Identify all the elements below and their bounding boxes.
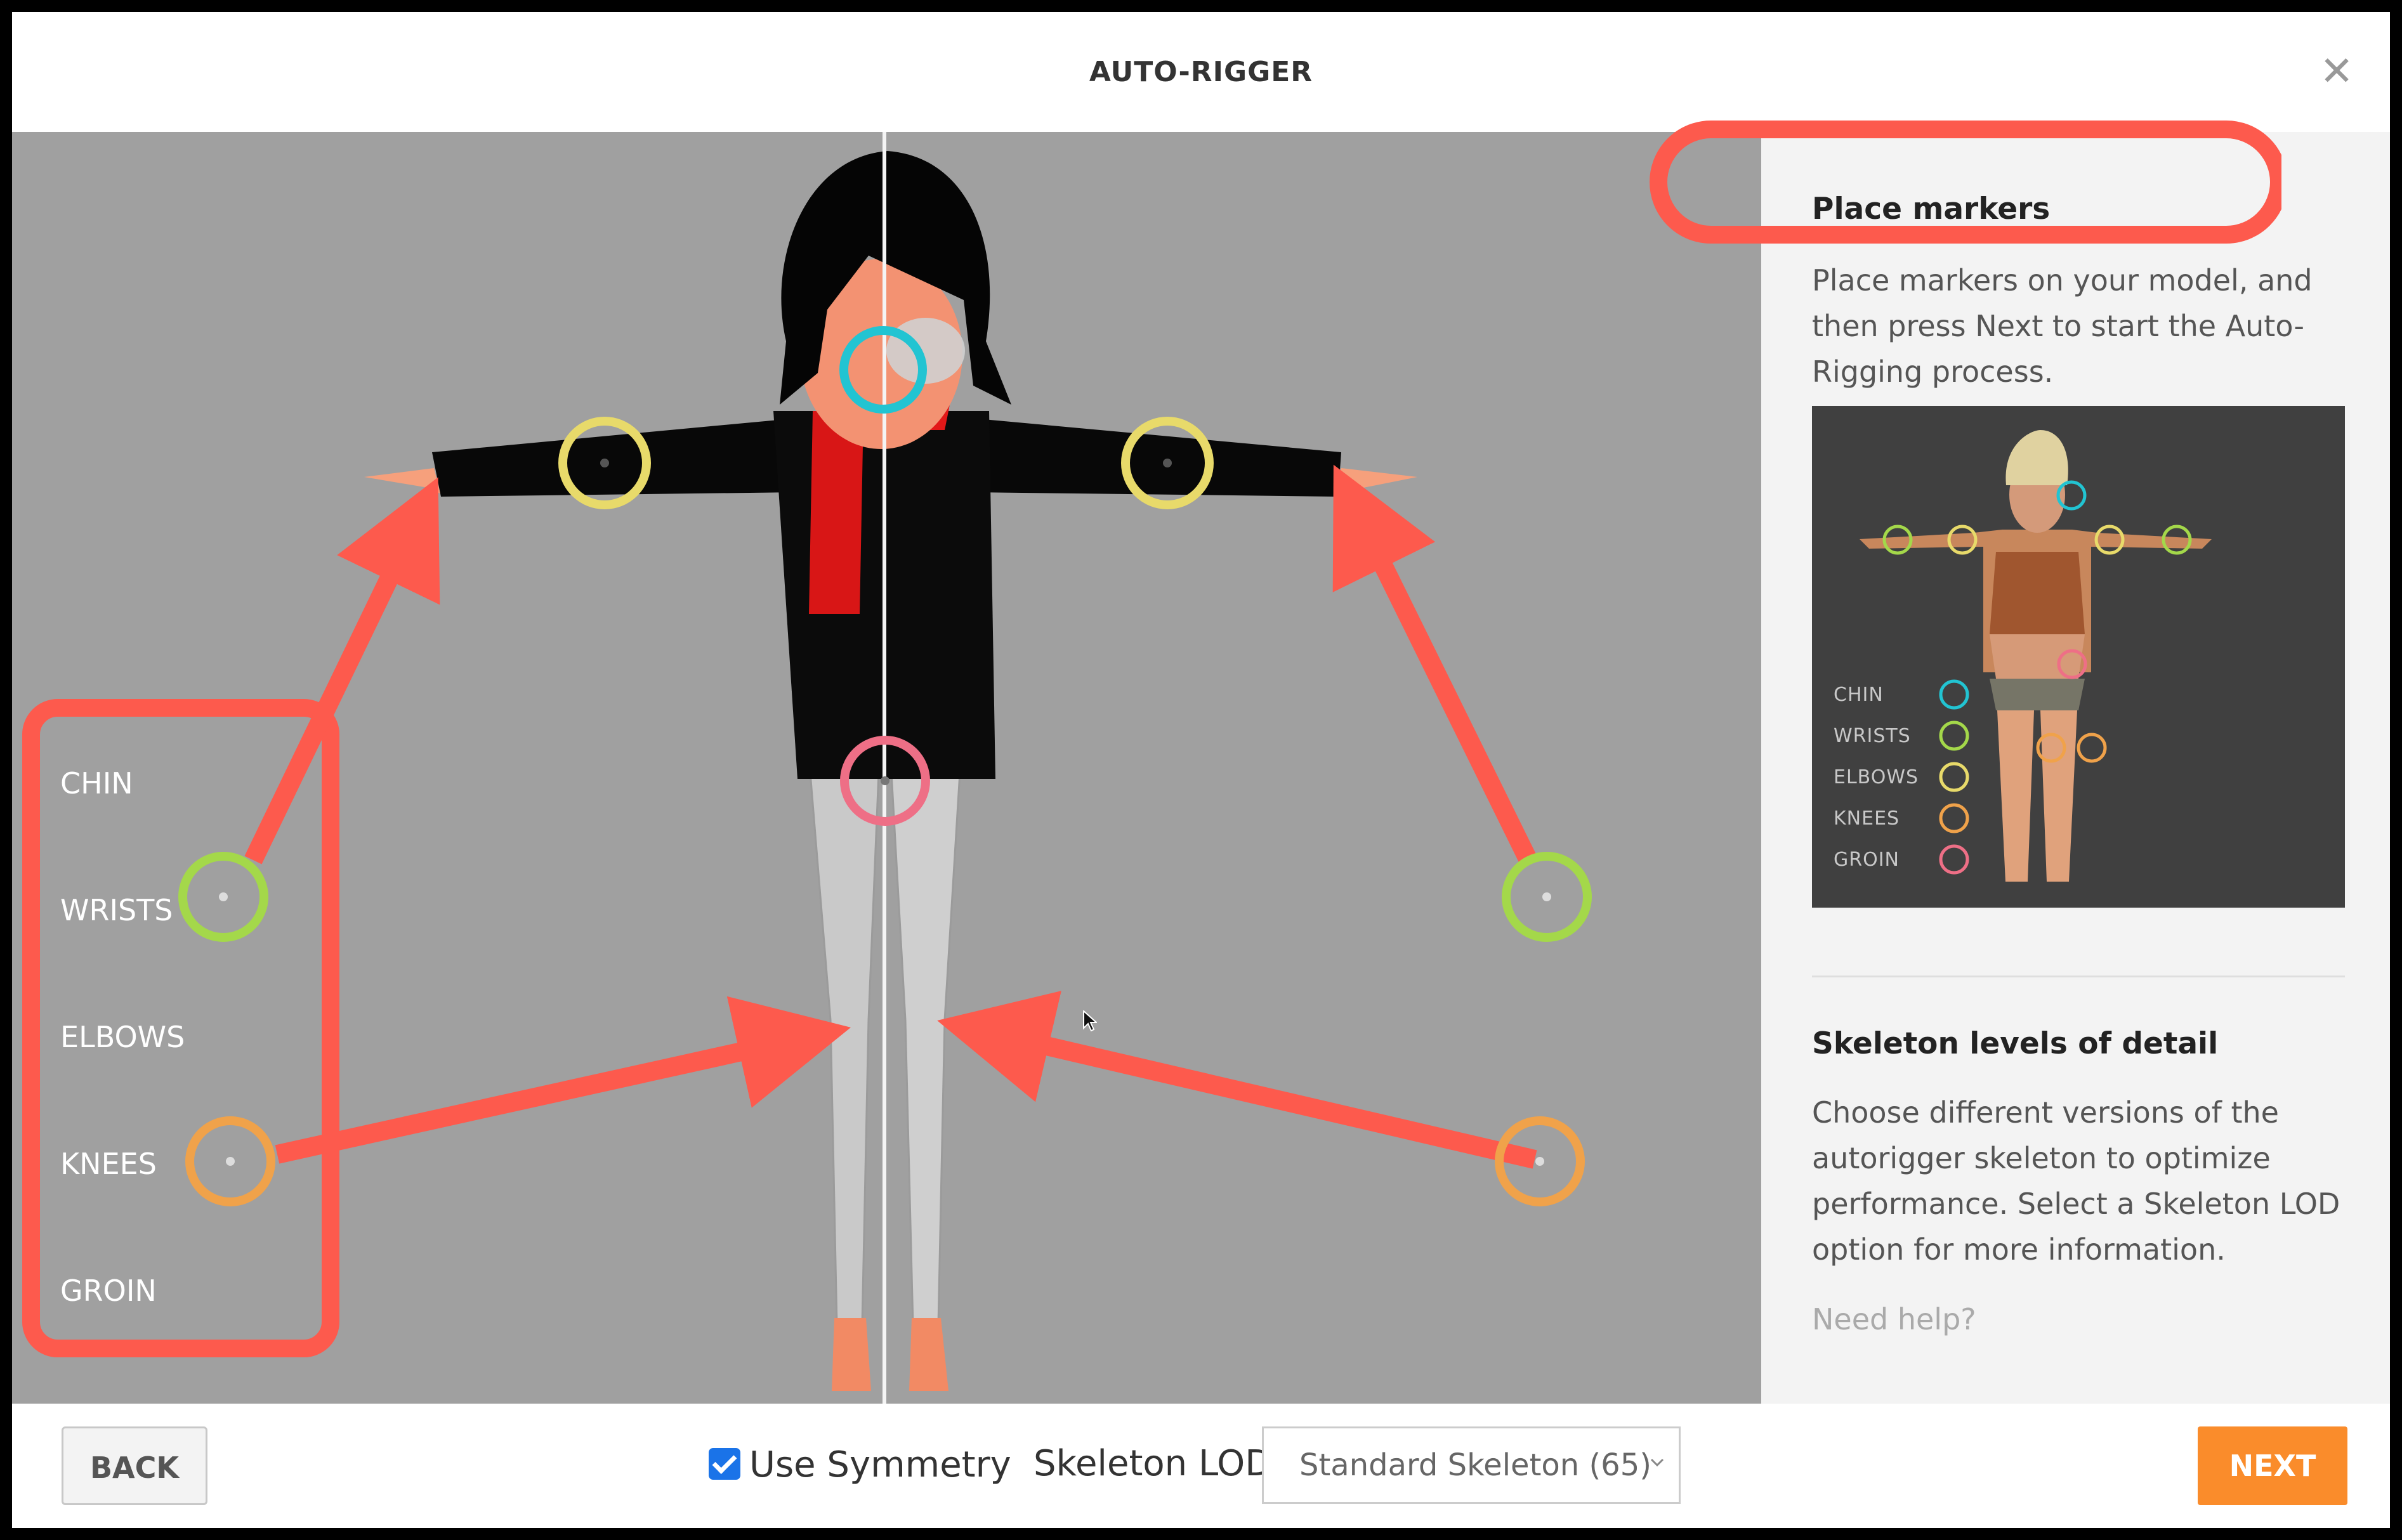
legend-knees: KNEES <box>1834 807 1900 830</box>
skeleton-lod-value: Standard Skeleton (65) <box>1299 1447 1651 1483</box>
marker-label-knees: KNEES <box>60 1147 157 1181</box>
wrist-marker-right[interactable] <box>1502 852 1592 942</box>
marker-label-wrists: WRISTS <box>60 893 173 927</box>
skeleton-lod-heading: Skeleton levels of detail <box>1812 1026 2219 1061</box>
example-preview-image: CHIN WRISTS ELBOWS KNEES GROIN <box>1812 406 2345 908</box>
close-icon[interactable]: ✕ <box>2314 49 2359 95</box>
mouse-pointer-icon <box>1083 1010 1097 1032</box>
chevron-down-icon <box>1650 1458 1664 1467</box>
wrist-marker-left[interactable] <box>178 852 268 942</box>
section-divider <box>1812 976 2345 977</box>
place-markers-text: Place markers on your model, and then pr… <box>1812 263 2313 389</box>
use-symmetry-checkbox[interactable] <box>709 1448 740 1480</box>
place-markers-heading: Place markers <box>1812 192 2051 226</box>
dialog-footer: BACK Use Symmetry Skeleton LOD Standard … <box>12 1404 2390 1528</box>
knee-marker-right[interactable] <box>1495 1116 1585 1206</box>
elbow-marker-left[interactable] <box>558 417 651 509</box>
knee-marker-left[interactable] <box>185 1116 275 1206</box>
highlight-ellipse <box>1650 121 2281 244</box>
instructions-panel: Place markers Place markers on your mode… <box>1650 121 2390 1404</box>
marker-label-chin: CHIN <box>60 766 133 800</box>
groin-marker[interactable] <box>840 736 930 826</box>
legend-groin: GROIN <box>1834 849 1900 871</box>
skeleton-lod-label: Skeleton LOD <box>1034 1443 1273 1484</box>
next-button[interactable]: NEXT <box>2198 1426 2347 1505</box>
auto-rigger-dialog: AUTO-RIGGER ✕ CHIN WRISTS ELBOWS KNEES G… <box>12 12 2390 1528</box>
need-help-link[interactable]: Need help? <box>1812 1302 1976 1336</box>
example-markers <box>1882 480 2192 875</box>
model-viewport[interactable]: CHIN WRISTS ELBOWS KNEES GROIN <box>12 132 1761 1404</box>
marker-label-elbows: ELBOWS <box>60 1020 185 1054</box>
skeleton-lod-text: Choose different versions of the autorig… <box>1812 1095 2340 1267</box>
legend-wrists: WRISTS <box>1834 725 1911 747</box>
back-button[interactable]: BACK <box>62 1426 207 1505</box>
legend-chin: CHIN <box>1834 684 1884 706</box>
marker-layer <box>178 326 1592 1206</box>
marker-label-groin: GROIN <box>60 1274 157 1308</box>
use-symmetry-label: Use Symmetry <box>749 1444 1011 1485</box>
elbow-marker-right[interactable] <box>1121 417 1214 509</box>
skeleton-lod-select[interactable]: Standard Skeleton (65) <box>1262 1426 1681 1504</box>
chin-marker[interactable] <box>839 326 927 414</box>
legend-elbows: ELBOWS <box>1834 766 1919 788</box>
